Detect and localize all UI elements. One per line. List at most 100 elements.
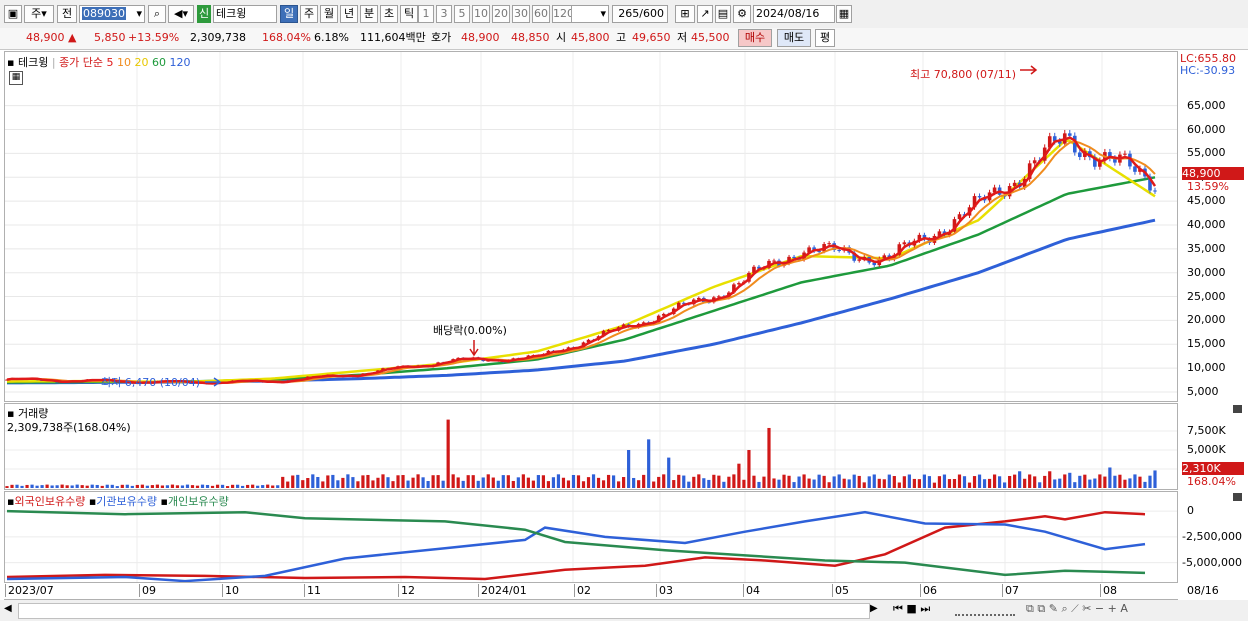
volume-close-icon[interactable] [1233,405,1242,413]
holder-close-icon[interactable] [1233,493,1242,501]
volume-bar [361,475,365,488]
volume-bar [536,475,540,488]
period-button-1[interactable]: 주 [300,5,318,23]
sell-button[interactable]: 매도 [777,29,811,47]
rewind-icon[interactable]: ⏮ [893,602,903,615]
zoom-tool-icon[interactable]: ⌕ [1061,602,1067,615]
price-tick: 60,000 [1187,122,1226,136]
volume-bar [576,475,581,488]
legend-ma-120: 120 [169,56,191,69]
volume-bar [922,474,926,488]
layout-icon[interactable]: ⧉ [1026,602,1034,615]
zoom-out-icon[interactable]: − [1095,602,1104,615]
save-icon[interactable]: ▤ [715,5,731,23]
volume-bar [892,476,896,488]
interval-dropdown[interactable]: ▾ [571,5,609,23]
volume-bar [40,485,44,488]
period-button-3[interactable]: 년 [340,5,358,23]
minute-button-10[interactable]: 10 [472,5,490,23]
period-button-2[interactable]: 월 [320,5,338,23]
time-end-label: 08/16 [1187,584,1219,597]
volume-bar [792,482,796,488]
volume-bar [566,480,571,488]
volume-panel[interactable]: ▪ 거래량 2,309,738주(168.04%) [4,403,1178,490]
minute-button-30[interactable]: 30 [512,5,530,23]
volume-bar [396,475,400,488]
period-button-5[interactable]: 초 [380,5,398,23]
period-button-4[interactable]: 분 [360,5,378,23]
volume-bar [180,485,185,488]
cut-icon[interactable]: ✂ [1082,602,1091,615]
zoom-in-icon[interactable]: + [1108,602,1117,615]
price-panel[interactable]: ▪ 테크윙 | 종가 단순 5 10 20 60 120 ▦ 최고 70,800… [4,51,1178,402]
minute-button-5[interactable]: 5 [454,5,470,23]
stock-code-input[interactable]: 089030 ▾ [79,5,145,23]
volume-bar [747,450,751,488]
volume-bar [797,476,801,488]
stop-icon[interactable]: ■ [906,602,916,615]
holder-tick: -2,500,000 [1182,529,1242,543]
draw-icon[interactable]: ✎ [1049,602,1058,615]
period-button-0[interactable]: 일 [280,5,298,23]
font-icon[interactable]: A [1120,602,1128,615]
volume-bar [857,475,861,488]
stock-name-input[interactable]: 테크윙 [213,5,277,23]
volume-bar [777,479,781,488]
settings-icon[interactable]: ⚙ [733,5,751,23]
volume-bar [667,457,671,488]
chart-tool-icon[interactable]: ⊞ [675,5,695,23]
layout2-icon[interactable]: ⧉ [1037,602,1045,615]
holder-panel[interactable]: ▪외국인보유수량 ▪기관보유수량 ▪개인보유수량 [4,491,1178,583]
window-icon[interactable]: ▣ [4,5,22,23]
volume-ratio: 168.04% [262,31,311,44]
legend-ma-label: 종가 단순 [59,56,104,69]
speed-slider[interactable] [955,605,1015,616]
legend-ma-10: 10 [117,56,132,69]
date-input[interactable]: 2024/08/16 [753,5,835,23]
minute-button-60[interactable]: 60 [532,5,550,23]
speaker-icon[interactable]: ◀▾ [168,5,194,23]
volume-bar [511,480,515,488]
volume-bar [1073,482,1077,488]
volume-bar [230,484,235,488]
volume-bar [391,481,395,488]
volume-bar [205,484,210,488]
volume-bar [712,474,716,488]
minute-button-20[interactable]: 20 [492,5,510,23]
volume-bar [25,484,29,488]
calendar-icon[interactable]: ▦ [836,5,852,23]
low-arrow-icon [205,377,222,387]
volume-bar [1138,476,1142,488]
minute-button-1[interactable]: 1 [418,5,434,23]
volume-bar [416,474,420,488]
evaluate-button[interactable]: 평 [815,29,835,47]
buy-button[interactable]: 매수 [738,29,772,47]
new-listing-badge: 신 [197,5,211,23]
bar-count-input[interactable]: 265/600 [612,5,668,23]
horizontal-scrollbar[interactable] [18,603,870,619]
volume-bar [586,477,591,488]
candle [1153,187,1157,194]
volume-bar [5,486,9,488]
volume-bar [702,478,706,488]
volume-bar [832,476,836,488]
forward-icon[interactable]: ⏭ [920,602,930,615]
grid-table-icon[interactable]: ▦ [9,71,23,85]
volume-bar [632,477,636,488]
volume-bar [331,474,335,488]
volume-bar [356,481,360,488]
scroll-left-icon[interactable]: ◀ [4,603,16,617]
volume-bar [276,485,280,488]
period-button-6[interactable]: 틱 [400,5,418,23]
volume-bar [837,474,841,488]
search-icon[interactable]: ⌕ [148,5,166,23]
type-dropdown[interactable]: 주▾ [24,5,54,23]
trend-icon[interactable]: ⟋ [1071,602,1079,615]
volume-bar [1053,479,1057,488]
volume-bar [115,486,119,488]
scroll-right-icon[interactable]: ▶ [870,603,882,614]
prev-button[interactable]: 전 [57,5,77,23]
line-tool-icon[interactable]: ↗ [697,5,713,23]
minute-button-3[interactable]: 3 [436,5,452,23]
volume-bar [105,484,109,488]
